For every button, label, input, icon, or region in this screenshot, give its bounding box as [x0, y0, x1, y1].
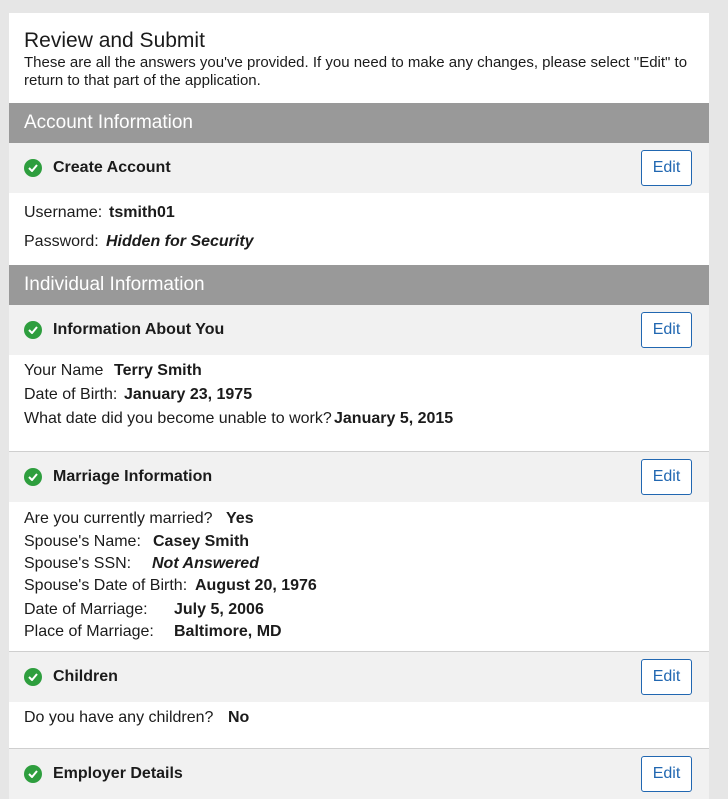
review-card: Review and Submit These are all the answ… — [9, 13, 709, 799]
about-you-details: Your Name Terry Smith Date of Birth: Jan… — [9, 355, 709, 451]
field-value: Not Answered — [152, 555, 259, 572]
edit-create-account-button[interactable]: Edit — [641, 150, 692, 186]
subsection-employer-details: Employer Details Edit — [9, 749, 709, 799]
field-row: Username: tsmith01 — [24, 198, 694, 227]
field-label: Spouse's SSN: — [24, 555, 132, 572]
edit-information-about-you-button[interactable]: Edit — [641, 312, 692, 348]
subsection-children: Children Edit — [9, 652, 709, 702]
field-value: January 23, 1975 — [124, 386, 253, 403]
subsection-information-about-you: Information About You Edit — [9, 305, 709, 355]
field-row: Date of Marriage: July 5, 2006 — [24, 598, 694, 621]
edit-marriage-information-button[interactable]: Edit — [641, 459, 692, 495]
field-row: Spouse's Name: Casey Smith — [24, 530, 694, 553]
field-label: Password: — [24, 233, 99, 250]
marriage-details: Are you currently married? Yes Spouse's … — [9, 502, 709, 651]
subsection-title: Employer Details — [53, 765, 183, 782]
field-label: Spouse's Name: — [24, 533, 141, 550]
subsection-title: Create Account — [53, 159, 171, 176]
field-label: What date did you become unable to work? — [24, 410, 332, 427]
section-account-information: Account Information — [9, 103, 709, 143]
page-description: These are all the answers you've provide… — [24, 54, 688, 89]
subsection-title: Information About You — [53, 321, 225, 338]
field-label: Date of Birth: — [24, 386, 118, 403]
field-value: January 5, 2015 — [334, 410, 454, 427]
children-details: Do you have any children? No — [9, 702, 709, 748]
subsection-title: Children — [53, 668, 118, 685]
check-circle-icon — [24, 765, 42, 783]
field-value: July 5, 2006 — [174, 601, 264, 618]
field-row: Do you have any children? No — [24, 706, 694, 730]
field-row: Date of Birth: January 23, 1975 — [24, 383, 694, 407]
edit-children-button[interactable]: Edit — [641, 659, 692, 695]
field-value: Yes — [226, 510, 254, 527]
subsection-create-account: Create Account Edit — [9, 143, 709, 193]
check-circle-icon — [24, 668, 42, 686]
field-row: Place of Marriage: Baltimore, MD — [24, 621, 694, 643]
check-circle-icon — [24, 321, 42, 339]
field-label: Do you have any children? — [24, 709, 214, 726]
field-label: Spouse's Date of Birth: — [24, 577, 188, 594]
page-title: Review and Submit — [24, 29, 205, 52]
field-label: Place of Marriage: — [24, 623, 154, 640]
section-individual-information: Individual Information — [9, 265, 709, 305]
field-row: Password: Hidden for Security — [24, 227, 694, 256]
check-circle-icon — [24, 159, 42, 177]
field-value: August 20, 1976 — [195, 577, 317, 594]
field-row: Spouse's Date of Birth: August 20, 1976 — [24, 574, 694, 598]
field-row: Spouse's SSN: Not Answered — [24, 553, 694, 574]
intro: Review and Submit These are all the answ… — [9, 13, 709, 103]
field-row: What date did you become unable to work?… — [24, 407, 694, 431]
field-value: Hidden for Security — [106, 233, 254, 250]
field-value: Casey Smith — [153, 533, 250, 550]
field-label: Your Name — [24, 362, 104, 379]
field-value: No — [228, 709, 250, 726]
subsection-marriage-information: Marriage Information Edit — [9, 452, 709, 502]
edit-employer-details-button[interactable]: Edit — [641, 756, 692, 792]
subsection-title: Marriage Information — [53, 468, 213, 485]
field-label: Date of Marriage: — [24, 601, 148, 618]
check-circle-icon — [24, 468, 42, 486]
create-account-details: Username: tsmith01 Password: Hidden for … — [9, 193, 709, 265]
field-value: Terry Smith — [114, 362, 202, 379]
field-value: Baltimore, MD — [174, 623, 282, 640]
field-label: Username: — [24, 204, 103, 221]
field-label: Are you currently married? — [24, 510, 213, 527]
field-row: Your Name Terry Smith — [24, 359, 694, 383]
field-row: Are you currently married? Yes — [24, 507, 694, 530]
field-value: tsmith01 — [109, 204, 175, 221]
